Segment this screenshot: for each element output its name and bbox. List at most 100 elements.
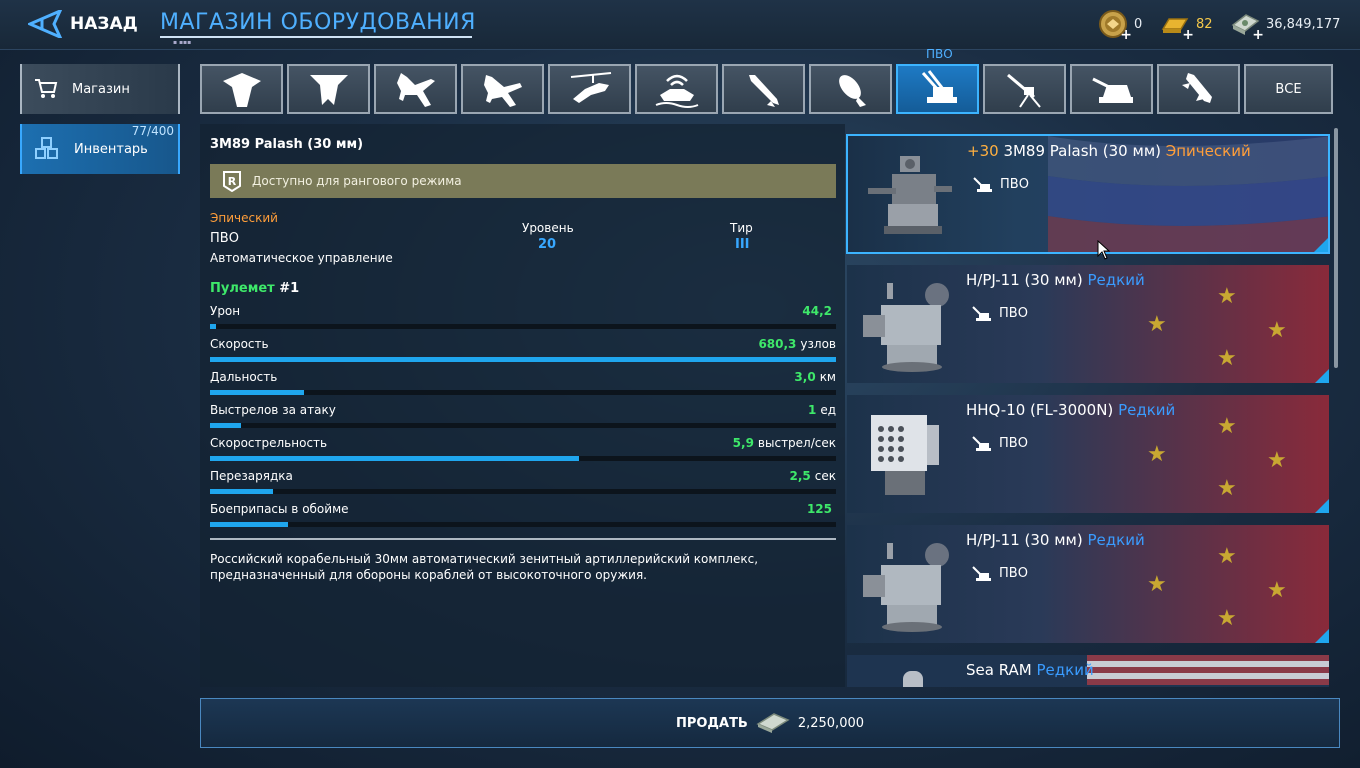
ranked-mode-banner: R Доступно для рангового режима (210, 164, 836, 198)
tab-flying-wing[interactable] (287, 64, 370, 114)
tab-bomb[interactable] (809, 64, 892, 114)
rocket-icon (1181, 73, 1212, 103)
item-name: Sea RAM (966, 661, 1032, 679)
inventory-list[interactable]: +30 3М89 Palash (30 мм) Эпический ПВО ★ … (845, 124, 1340, 687)
item-name: H/PJ-11 (30 мм) (966, 531, 1083, 549)
svg-text:★: ★ (1267, 578, 1287, 603)
stat-bar-fill (210, 489, 273, 494)
item-name: HHQ-10 (FL-3000N) (966, 401, 1114, 419)
item-control-type: Автоматическое управление (210, 251, 393, 265)
tab-fighter-jet-2[interactable] (461, 64, 544, 114)
list-item[interactable]: +30 3М89 Palash (30 мм) Эпический ПВО (846, 134, 1330, 254)
svg-text:★: ★ (1217, 414, 1237, 439)
stat-label: Перезарядка (210, 469, 293, 483)
medal-icon: + (1098, 9, 1132, 43)
stat-value: 44,2 (802, 304, 832, 318)
back-arrow-icon (28, 10, 62, 38)
stat-row: Скорость 680,3 узлов (210, 337, 836, 370)
gold-currency[interactable]: + 82 (1160, 9, 1213, 43)
stat-row: Боеприпасы в обойме 125 (210, 502, 836, 535)
item-name: 3М89 Palash (30 мм) (1003, 142, 1161, 160)
stat-label: Скорострельность (210, 436, 328, 450)
stat-bar-fill (210, 423, 242, 428)
medal-value: 0 (1134, 16, 1143, 32)
tab-ship-radar[interactable] (635, 64, 718, 114)
svg-text:★: ★ (1267, 448, 1287, 473)
tab-stealth-bomber[interactable] (200, 64, 283, 114)
list-item[interactable]: ★ ★ ★ ★ H/PJ-11 (30 мм) Редкий ПВО (846, 524, 1330, 644)
cash-icon (756, 713, 790, 733)
naval-turret-icon (1091, 77, 1133, 103)
missile-icon (748, 75, 779, 107)
active-tab-label: ПВО (926, 47, 953, 61)
boxes-icon (35, 137, 58, 159)
stat-bar-fill (210, 390, 304, 395)
weapon-name: Пулемет (210, 281, 275, 296)
stat-row: Скорострельность 5,9 выстрел/сек (210, 436, 836, 469)
helicopter-icon (570, 72, 611, 103)
tab-rocket[interactable] (1157, 64, 1240, 114)
cash-currency[interactable]: + 36,849,177 (1230, 9, 1340, 43)
tab-helicopter[interactable] (548, 64, 631, 114)
tab-naval-turret[interactable] (1070, 64, 1153, 114)
stat-bar-fill (210, 456, 580, 461)
hpj11-turret-image (863, 543, 949, 632)
card-corner-marker (1315, 629, 1329, 643)
item-category: ПВО (971, 435, 1028, 451)
medal-currency[interactable]: + 0 (1098, 9, 1143, 43)
sidebar-item-shop[interactable]: Магазин (20, 64, 180, 114)
item-rarity: Редкий (1036, 661, 1094, 679)
list-item[interactable]: ★ ★ ★ ★ H/PJ-11 (30 мм) Редкий ПВО (846, 264, 1330, 384)
stat-label: Выстрелов за атаку (210, 403, 336, 417)
tab-air-defense[interactable] (896, 64, 979, 114)
title-underline (160, 36, 472, 38)
item-description: Российский корабельный 30мм автоматическ… (210, 552, 759, 582)
tab-fighter-jet[interactable] (374, 64, 457, 114)
ship-radar-icon (655, 74, 698, 108)
sell-label: ПРОДАТЬ (675, 715, 748, 731)
fighter-jet-icon (396, 73, 435, 107)
back-button[interactable]: НАЗАД (28, 10, 138, 38)
mouse-cursor-icon (1097, 240, 1111, 260)
stat-row: Дальность 3,0 км (210, 370, 836, 403)
item-title: H/PJ-11 (30 мм) Редкий (966, 531, 1145, 549)
tab-machine-gun[interactable] (983, 64, 1066, 114)
item-rarity: Редкий (1118, 401, 1176, 419)
svg-text:★: ★ (1147, 572, 1167, 597)
fighter-jet-2-icon (483, 75, 522, 107)
divider (210, 538, 836, 540)
inventory-count: 77/400 (131, 124, 174, 138)
air-defense-icon (972, 566, 991, 581)
list-item[interactable]: Sea RAM Редкий (846, 654, 1330, 687)
tab-all[interactable]: ВСЕ (1244, 64, 1333, 114)
cash-icon: + (1230, 9, 1264, 43)
category-tabs: ВСЕ (200, 64, 1333, 114)
stat-label: Дальность (210, 370, 278, 384)
svg-text:★: ★ (1217, 284, 1237, 309)
stat-bar (210, 522, 836, 527)
svg-text:★: ★ (1267, 318, 1287, 343)
flying-wing-icon (309, 75, 348, 105)
svg-text:R: R (228, 175, 237, 188)
item-name: 3М89 Palash (30 мм) (210, 137, 364, 152)
stat-bar (210, 423, 836, 428)
top-bar: НАЗАД МАГАЗИН ОБОРУДОВАНИЯ ▪ ▪▪▪ + 0 + 8… (0, 0, 1360, 50)
sidebar-item-inventory[interactable]: Инвентарь 77/400 (20, 124, 180, 174)
sell-button[interactable]: ПРОДАТЬ 2,250,000 (200, 698, 1340, 748)
item-rarity: Эпический (210, 211, 278, 225)
sidebar-item-label: Инвентарь (74, 141, 148, 157)
sell-price: 2,250,000 (797, 715, 865, 731)
stat-bar-fill (210, 324, 217, 329)
list-scrollbar[interactable] (1334, 128, 1338, 368)
tab-missile[interactable] (722, 64, 805, 114)
cart-icon (35, 79, 58, 98)
stealth-bomber-icon (222, 73, 261, 107)
hhq10-launcher-image (871, 415, 939, 495)
stat-bar (210, 456, 836, 461)
stat-label: Урон (210, 304, 241, 318)
list-item[interactable]: ★ ★ ★ ★ HHQ-10 (FL-3000N) Редкий ПВО (846, 394, 1330, 514)
stat-value: 1 ед (807, 403, 836, 417)
stat-bar (210, 357, 836, 362)
svg-text:★: ★ (1147, 442, 1167, 467)
item-rarity: Редкий (1087, 531, 1145, 549)
